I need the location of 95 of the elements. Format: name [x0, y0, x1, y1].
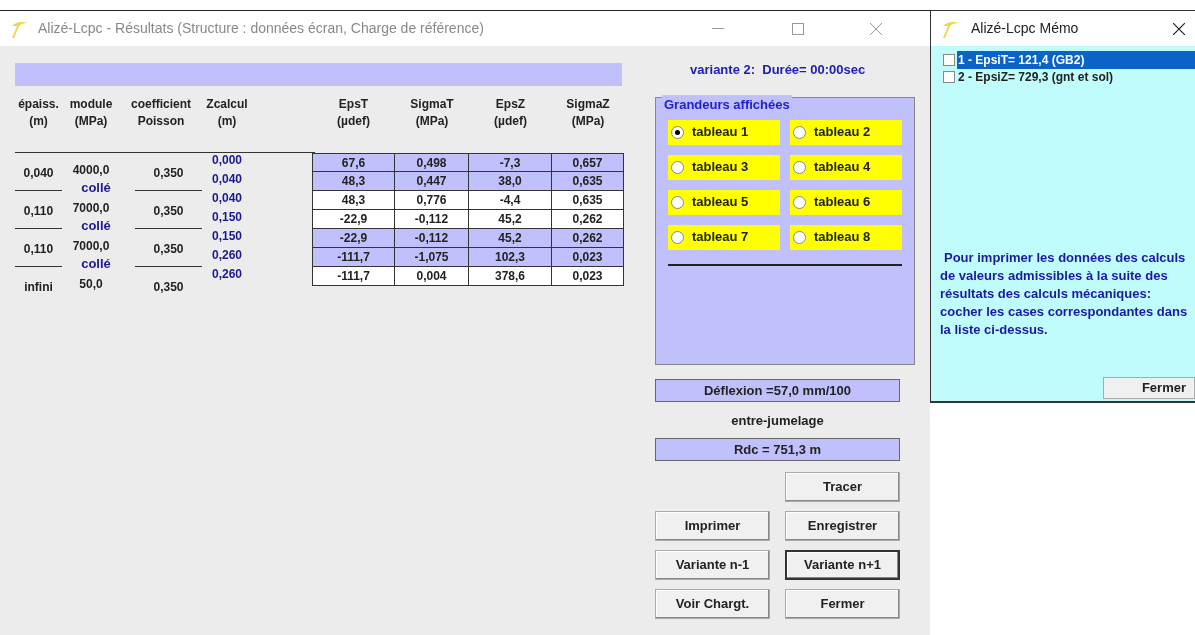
radio-button[interactable]: [793, 195, 806, 209]
radio-button[interactable]: [793, 230, 806, 244]
depth-text: 0,260: [211, 248, 243, 264]
table-cell: 0,262: [552, 229, 624, 248]
table-cell: -111,7: [312, 267, 395, 286]
interface-text: collé: [81, 219, 111, 232]
table-cell: 0,447: [395, 172, 469, 191]
list-item[interactable]: 1 - EpsiT= 121,4 (GB2): [957, 50, 1195, 69]
list-item[interactable]: 2 - EpsiZ= 729,3 (gnt et sol): [957, 67, 1195, 86]
table-cell: 0,635: [552, 172, 624, 191]
table-cell: 0,635: [552, 191, 624, 210]
radius-readout: Rdc = 751,3 m: [655, 438, 900, 461]
table-cell: -0,112: [395, 229, 469, 248]
table-cell: 67,6: [312, 153, 395, 172]
depth-text: 0,150: [211, 210, 243, 226]
thickness-text: 0,040: [23, 166, 54, 180]
table-cell: 48,3: [312, 191, 395, 210]
thickness-text: 0,110: [23, 242, 54, 256]
table-cell: -111,7: [312, 248, 395, 267]
table-cell: 0,657: [552, 153, 624, 172]
column-header: coefficient Poisson: [130, 96, 192, 130]
modulus-text: 7000,0: [72, 202, 110, 215]
column-header: EpsT (µdef): [336, 96, 371, 130]
modulus-text: 7000,0: [72, 240, 110, 253]
checkbox[interactable]: [943, 70, 955, 83]
radio-button[interactable]: [671, 160, 684, 174]
column-header: SigmaZ (MPa): [565, 96, 611, 130]
instruction-text: Pour imprimer les données des calculs de valeurs admissibles à la suite des résultats des calculs mécaniques: cocher les cases correspondantes dans la liste ci-dessus.: [939, 249, 1189, 339]
table-cell: 45,2: [469, 229, 552, 248]
radio-option[interactable]: tableau 2: [790, 119, 902, 145]
radio-option[interactable]: tableau 1: [668, 119, 780, 145]
close-icon[interactable]: [1173, 22, 1185, 35]
deflection-readout: Déflexion =57,0 mm/100: [655, 378, 900, 402]
deflection-position-text: entre-jumelage: [730, 411, 825, 430]
table-cell: 0,023: [552, 248, 624, 267]
variant-label: variante 2: Durée= 00:00sec: [690, 61, 866, 79]
push-button[interactable]: Enregistrer: [785, 511, 900, 541]
window-title: Alizé-Lcpc - Résultats (Structure : données écran, Charge de référence): [38, 19, 485, 38]
push-button[interactable]: Imprimer: [655, 511, 770, 541]
column-header: EpsZ (µdef): [493, 96, 528, 130]
depth-text: 0,040: [211, 172, 243, 188]
radio-button[interactable]: [793, 125, 806, 139]
column-header: SigmaT (MPa): [409, 96, 455, 130]
table-cell: 0,498: [395, 153, 469, 172]
table-cell: 0,004: [395, 267, 469, 286]
radio-option[interactable]: tableau 6: [790, 189, 902, 215]
maximize-icon[interactable]: [792, 22, 804, 35]
poisson-text: 0,350: [153, 166, 184, 180]
modulus-text: 50,0: [79, 278, 103, 291]
table-cell: 38,0: [469, 172, 552, 191]
radio-option[interactable]: tableau 4: [790, 154, 902, 180]
radio-button[interactable]: [671, 195, 684, 209]
table-cell: 48,3: [312, 172, 395, 191]
thickness-text: 0,110: [23, 204, 54, 218]
table-cell: 0,262: [552, 210, 624, 229]
table-cell: -22,9: [312, 210, 395, 229]
push-button[interactable]: Fermer: [785, 589, 900, 619]
table-cell: 102,3: [469, 248, 552, 267]
close-button[interactable]: Fermer: [1103, 377, 1195, 399]
interface-text: collé: [81, 181, 111, 194]
column-header: Zcalcul (m): [205, 96, 249, 130]
radio-button[interactable]: [671, 230, 684, 244]
table-cell: -0,112: [395, 210, 469, 229]
depth-text: 0,000: [211, 153, 243, 169]
table-cell: 0,776: [395, 191, 469, 210]
radio-option[interactable]: tableau 5: [668, 189, 780, 215]
table-cell: -1,075: [395, 248, 469, 267]
table-cell: 45,2: [469, 210, 552, 229]
push-button[interactable]: Variante n-1: [655, 550, 770, 580]
table-cell: 378,6: [469, 267, 552, 286]
radio-option[interactable]: tableau 7: [668, 224, 780, 250]
radio-button[interactable]: [671, 125, 684, 139]
depth-text: 0,260: [211, 267, 243, 283]
push-button[interactable]: Variante n+1: [785, 550, 900, 580]
push-button[interactable]: Voir Chargt.: [655, 589, 770, 619]
column-header: épaiss. (m): [17, 96, 60, 130]
checkbox[interactable]: [943, 53, 955, 66]
radio-option[interactable]: tableau 3: [668, 154, 780, 180]
modulus-text: 4000,0: [72, 164, 110, 177]
window-title: Alizé-Lcpc Mémo: [971, 19, 1080, 38]
thickness-text: infini: [24, 280, 53, 294]
poisson-text: 0,350: [153, 280, 184, 294]
table-cell: -7,3: [469, 153, 552, 172]
table-cell: -22,9: [312, 229, 395, 248]
interface-text: collé: [81, 257, 111, 270]
depth-text: 0,150: [211, 229, 243, 245]
depth-text: 0,040: [211, 191, 243, 207]
radio-button[interactable]: [793, 160, 806, 174]
column-header: module (MPa): [68, 96, 114, 130]
table-cell: 0,023: [552, 267, 624, 286]
poisson-text: 0,350: [153, 242, 184, 256]
table-cell: -4,4: [469, 191, 552, 210]
poisson-text: 0,350: [153, 204, 184, 218]
push-button[interactable]: Tracer: [785, 472, 900, 502]
radio-option[interactable]: tableau 8: [790, 224, 902, 250]
